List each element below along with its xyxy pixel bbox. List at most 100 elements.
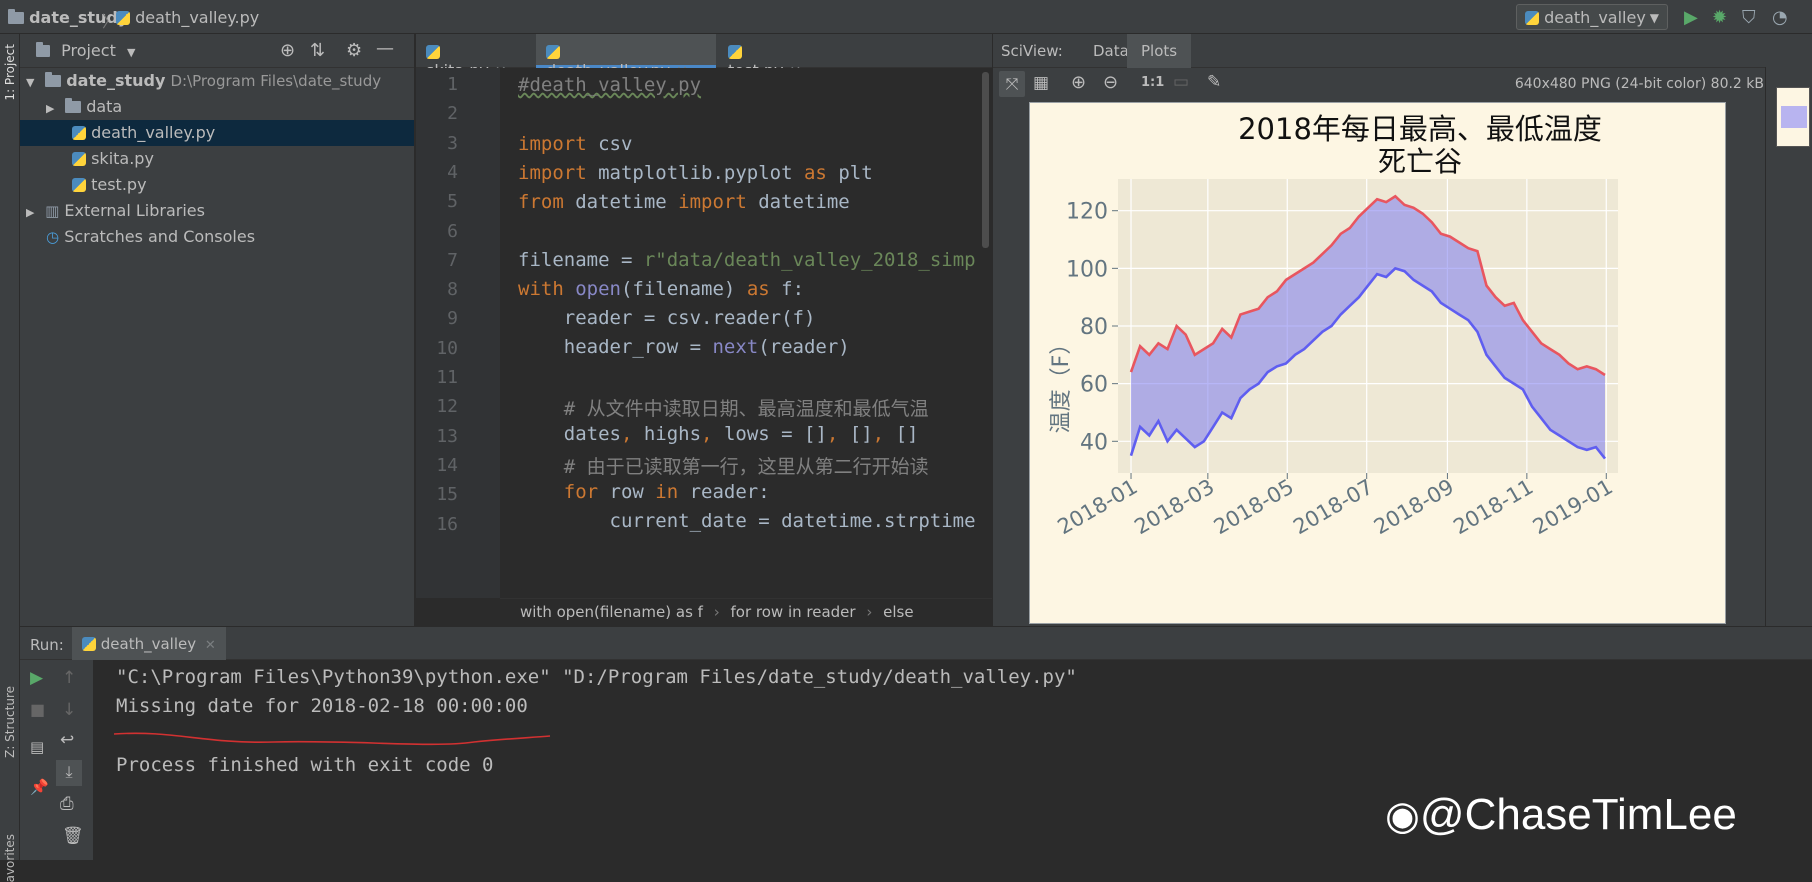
chevron-down-icon[interactable]: ▼ xyxy=(127,46,135,59)
tree-item-external-libraries[interactable]: ▶ ▥ External Libraries xyxy=(20,198,414,224)
pin-icon[interactable]: 📌 xyxy=(30,778,49,796)
up-arrow-icon[interactable]: ↑ xyxy=(62,668,76,688)
tree-item-test[interactable]: test.py xyxy=(20,172,414,198)
console-line-missing: Missing date for 2018-02-18 00:00:00 xyxy=(116,695,528,717)
chevron-right-icon: › xyxy=(866,603,873,621)
gear-icon[interactable]: ⚙ xyxy=(346,40,362,61)
x-tick-label: 2018-11 xyxy=(1449,475,1537,540)
console-line-exit: Process finished with exit code 0 xyxy=(116,754,494,776)
tab-test[interactable]: test.py✕ xyxy=(718,34,826,80)
close-icon[interactable]: ✕ xyxy=(205,638,216,653)
library-icon: ▥ xyxy=(45,202,60,220)
sciview-title: SciView: xyxy=(1001,42,1063,60)
project-panel: Project ▼ ⊕ ⇅ ⚙ — ▼ date_study D:\Progra… xyxy=(20,34,415,626)
rerun-icon[interactable]: ▶ xyxy=(30,668,43,688)
x-tick-label: 2019-01 xyxy=(1529,475,1617,540)
image-info: 640x480 PNG (24-bit color) 80.2 kB xyxy=(1514,76,1764,92)
code-line-7: filename = r"data/death_valley_2018_simp xyxy=(518,249,976,271)
editor-tab-bar: skita.py✕ death_valley.py✕ test.py✕ xyxy=(416,34,992,80)
tree-item-scratches[interactable]: ◷ Scratches and Consoles xyxy=(20,224,414,250)
folder-icon xyxy=(8,9,24,24)
stop-icon[interactable]: ■ xyxy=(30,700,45,719)
plot-thumbnail[interactable] xyxy=(1776,87,1810,147)
code-line-12: # 从文件中读取日期、最高温度和最低气温 xyxy=(518,398,929,420)
fit-icon[interactable]: ⤧ xyxy=(999,71,1025,97)
tree-item-label: data xyxy=(86,97,123,116)
debug-icon[interactable]: ✹ xyxy=(1712,7,1727,28)
trash-icon[interactable]: 🗑 xyxy=(62,826,84,846)
project-view-icon xyxy=(36,42,50,57)
tree-item-skita[interactable]: skita.py xyxy=(20,146,414,172)
line-number: 11 xyxy=(436,367,458,388)
sciview-tab-bar: SciView: Data Plots xyxy=(993,34,1812,68)
collapse-all-icon[interactable]: ⇅ xyxy=(310,40,325,61)
down-arrow-icon[interactable]: ↓ xyxy=(62,700,76,720)
code-line-13: dates, highs, lows = [], [], [] xyxy=(518,423,919,445)
collapsed-icon[interactable]: ▶ xyxy=(26,206,40,219)
scroll-to-end-icon[interactable]: ⤓ xyxy=(56,760,82,786)
code-line-8: with open(filename) as f: xyxy=(518,278,805,300)
tab-run-death-valley[interactable]: death_valley ✕ xyxy=(72,627,226,661)
plot-image: 40 60 80 100 120 2018-01 2018-03 2018-05 2018-07… xyxy=(1029,102,1726,624)
tree-item-label: death_valley.py xyxy=(91,123,216,142)
profile-icon[interactable]: ◔ xyxy=(1772,7,1788,28)
y-tick-label: 40 xyxy=(1080,430,1108,455)
weibo-icon: ◉ xyxy=(1385,794,1420,838)
tab-death-valley[interactable]: death_valley.py✕ xyxy=(536,34,716,80)
run-tab-bar: Run: death_valley ✕ xyxy=(20,626,1812,661)
hide-icon[interactable]: — xyxy=(376,38,394,59)
python-file-icon xyxy=(72,126,86,140)
project-tool-tab[interactable]: 1: Project xyxy=(3,44,17,101)
zoom-out-icon[interactable]: ⊖ xyxy=(1103,72,1118,93)
soft-wrap-icon[interactable]: ↩ xyxy=(60,730,74,750)
line-number: 3 xyxy=(447,132,458,154)
line-number: 5 xyxy=(447,191,458,213)
line-number: 7 xyxy=(447,249,458,271)
grid-icon[interactable]: ▦ xyxy=(1033,73,1049,93)
line-number: 15 xyxy=(436,484,458,506)
tab-plots[interactable]: Plots xyxy=(1127,34,1192,68)
layout-icon[interactable]: ▤ xyxy=(30,738,44,756)
x-tick-label: 2018-07 xyxy=(1289,475,1377,540)
tree-item-date-study[interactable]: ▼ date_study D:\Program Files\date_study xyxy=(20,68,414,94)
favorites-tool-tab[interactable]: avorites xyxy=(3,834,17,882)
line-number: 12 xyxy=(436,396,458,418)
tab-skita[interactable]: skita.py✕ xyxy=(416,34,531,80)
collapsed-icon[interactable]: ▶ xyxy=(46,102,60,115)
scroll-thumb[interactable] xyxy=(982,72,989,248)
project-panel-title[interactable]: Project xyxy=(61,41,116,60)
code-editor[interactable]: #death_valley.py import csv import matpl… xyxy=(500,68,979,598)
run-icon[interactable]: ▶ xyxy=(1684,7,1698,28)
code-line-16: current_date = datetime.strptime xyxy=(518,510,976,532)
expand-icon[interactable]: ▼ xyxy=(26,76,40,89)
tree-item-label: skita.py xyxy=(91,149,154,168)
zoom-in-icon[interactable]: ⊕ xyxy=(1071,72,1086,93)
code-breadcrumb-0[interactable]: with open(filename) as f xyxy=(520,603,703,621)
actual-size-button[interactable]: 1:1 xyxy=(1141,75,1164,90)
run-config-select[interactable]: death_valley ▼ xyxy=(1516,4,1668,30)
python-file-icon xyxy=(546,45,560,59)
locate-icon[interactable]: ⊕ xyxy=(280,40,295,61)
red-underline-annotation xyxy=(114,732,551,746)
editor-scrollbar[interactable] xyxy=(979,68,992,598)
tree-item-death-valley[interactable]: death_valley.py xyxy=(20,120,414,146)
python-file-icon xyxy=(72,178,86,192)
tree-item-label: Scratches and Consoles xyxy=(64,227,256,246)
code-line-5: from datetime import datetime xyxy=(518,191,850,213)
code-line-10: header_row = next(reader) xyxy=(518,336,850,358)
code-breadcrumb-1[interactable]: for row in reader xyxy=(731,603,856,621)
y-tick-label: 80 xyxy=(1080,315,1108,340)
breadcrumb-file[interactable]: death_valley.py xyxy=(116,8,259,27)
temperature-chart: 40 60 80 100 120 2018-012018-032018-052018-07… xyxy=(1049,112,1618,540)
structure-tool-tab[interactable]: Z: Structure xyxy=(3,686,17,758)
code-breadcrumb-2[interactable]: else xyxy=(883,603,913,621)
coverage-icon[interactable]: ⛉ xyxy=(1742,7,1756,28)
background-icon[interactable]: ▭ xyxy=(1173,72,1189,92)
code-line-3: import csv xyxy=(518,133,633,155)
tree-item-data[interactable]: ▶ data xyxy=(20,94,414,120)
code-line-15: for row in reader: xyxy=(518,481,770,503)
tree-item-detail: D:\Program Files\date_study xyxy=(170,72,382,90)
color-picker-icon[interactable]: ✎ xyxy=(1207,72,1221,92)
python-file-icon xyxy=(72,152,86,166)
print-icon[interactable]: ⎙ xyxy=(60,794,74,814)
